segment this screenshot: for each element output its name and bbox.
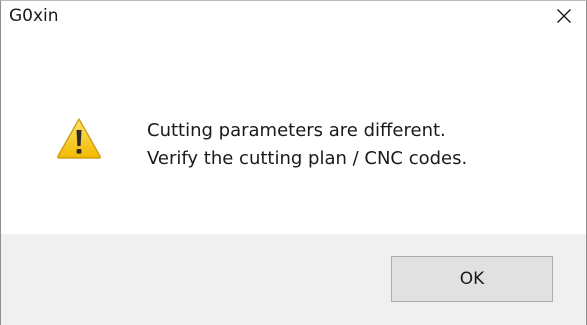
dialog-window: G0xin Cutting parameters are different. …	[0, 0, 587, 325]
button-bar: OK	[1, 234, 586, 325]
message-line-1: Cutting parameters are different.	[147, 120, 446, 141]
close-icon	[556, 8, 572, 24]
window-title: G0xin	[9, 6, 59, 26]
close-button[interactable]	[542, 1, 586, 31]
title-bar[interactable]: G0xin	[1, 1, 586, 31]
warning-icon	[56, 117, 102, 159]
message-text: Cutting parameters are different. Verify…	[147, 117, 467, 173]
ok-button[interactable]: OK	[391, 256, 553, 302]
message-line-2: Verify the cutting plan / CNC codes.	[147, 148, 468, 169]
dialog-content: Cutting parameters are different. Verify…	[1, 31, 586, 234]
